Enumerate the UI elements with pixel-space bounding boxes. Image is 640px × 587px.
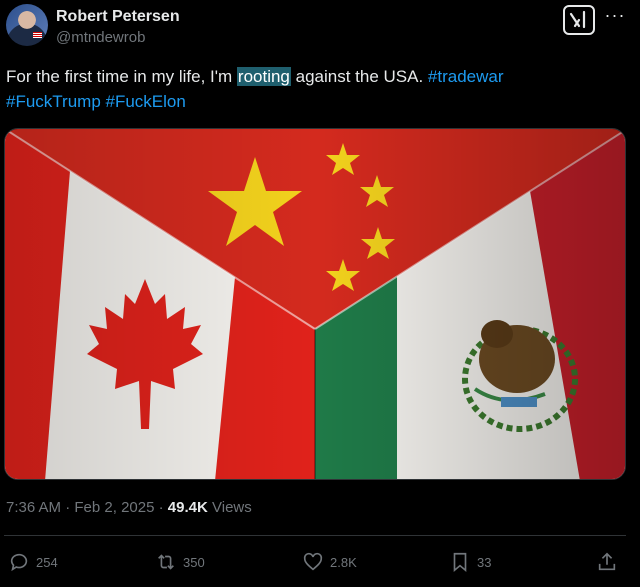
grok-logo-icon <box>569 10 586 29</box>
hashtag-fucktrump[interactable]: #FuckTrump <box>6 92 101 111</box>
reply-button[interactable]: 254 <box>8 548 58 576</box>
repost-icon <box>158 554 174 570</box>
tweet-media-image[interactable] <box>4 128 626 480</box>
reply-count: 254 <box>36 554 58 570</box>
tweet-meta: 7:36 AM · Feb 2, 2025 · 49.4K Views <box>6 499 252 516</box>
bookmark-icon <box>453 552 467 573</box>
share-button[interactable] <box>596 548 618 576</box>
grok-icon[interactable] <box>563 5 595 35</box>
flag-pin-icon <box>33 32 42 38</box>
highlighted-word: rooting <box>236 67 291 86</box>
tweet-text-after: against the USA. <box>290 67 428 86</box>
author-handle[interactable]: @mtndewrob <box>56 29 145 46</box>
tweet-text: For the first time in my life, I'm rooti… <box>6 64 626 114</box>
views-count: 49.4K <box>167 499 208 516</box>
repost-button[interactable]: 350 <box>155 548 205 576</box>
like-count: 2.8K <box>330 554 357 570</box>
share-icon <box>598 552 616 571</box>
bookmark-button[interactable]: 33 <box>449 548 491 576</box>
flags-image <box>5 129 625 479</box>
hashtag-fuckelon[interactable]: #FuckElon <box>106 92 186 111</box>
views-label: Views <box>212 499 252 516</box>
tweet-text-before: For the first time in my life, I'm <box>6 67 237 86</box>
author-name[interactable]: Robert Petersen <box>56 8 180 26</box>
hashtag-tradewar[interactable]: #tradewar <box>428 67 504 86</box>
more-options-icon[interactable]: ··· <box>604 6 626 30</box>
action-bar: 254 350 2.8K 33 <box>0 548 640 578</box>
tweet-header: Robert Petersen @mtndewrob ··· <box>0 0 640 60</box>
bookmark-count: 33 <box>477 554 492 570</box>
reply-icon <box>10 553 28 572</box>
repost-count: 350 <box>183 554 205 570</box>
tweet-time[interactable]: 7:36 AM <box>6 499 61 516</box>
divider <box>4 535 626 536</box>
heart-icon <box>303 552 323 571</box>
avatar[interactable] <box>6 4 48 46</box>
tweet-date[interactable]: Feb 2, 2025 <box>74 499 154 516</box>
like-button[interactable]: 2.8K <box>302 548 357 576</box>
